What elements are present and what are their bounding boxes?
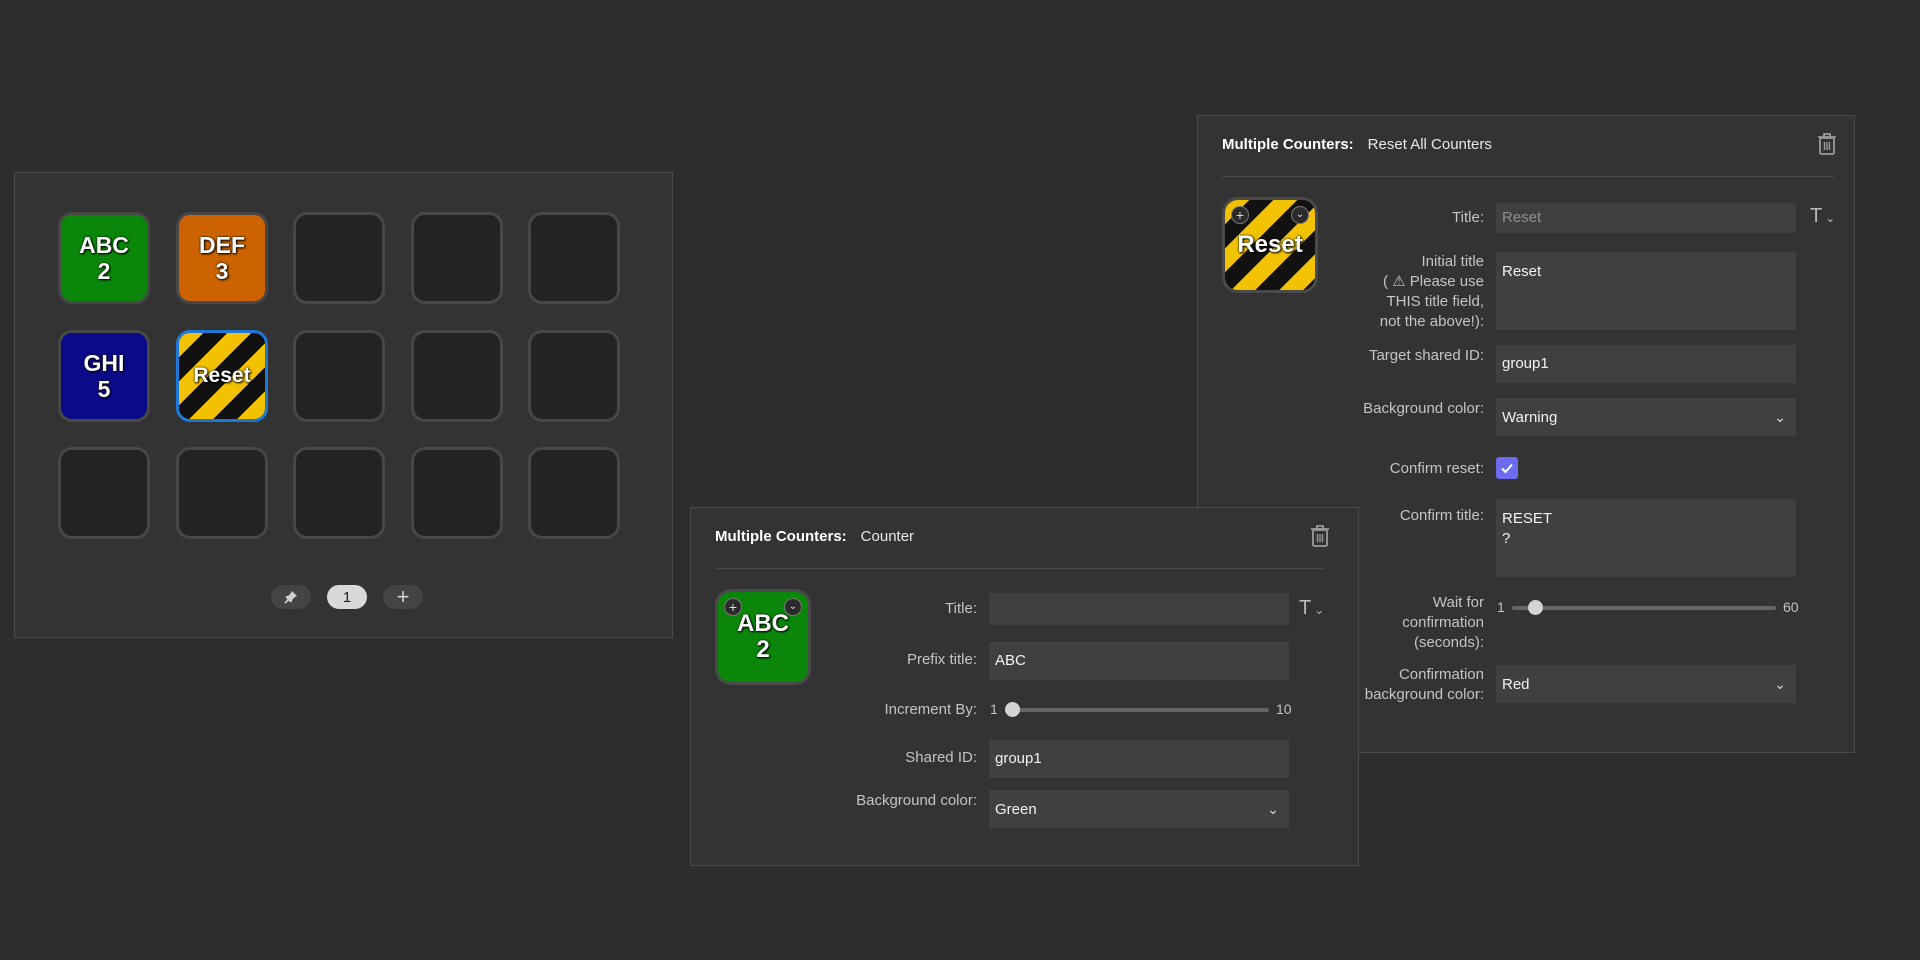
initial-title-label-line: ( ⚠ Please use: [1383, 273, 1484, 290]
wait-slider-track[interactable]: [1512, 606, 1776, 610]
add-page-button[interactable]: +: [383, 584, 423, 609]
trash-icon[interactable]: [1309, 524, 1331, 548]
page-number[interactable]: 1: [327, 585, 367, 609]
chevron-down-icon[interactable]: ⌄: [1291, 206, 1309, 224]
plus-icon: +: [396, 584, 410, 609]
text-format-icon: T: [1810, 205, 1823, 227]
increment-max: 10: [1276, 701, 1292, 717]
pin-icon: [284, 591, 297, 604]
initial-title-label-line: not the above!):: [1379, 313, 1484, 330]
checkmark-icon: [1501, 463, 1513, 474]
target-id-input[interactable]: group1: [1496, 345, 1796, 383]
chevron-down-icon[interactable]: ⌄: [784, 598, 802, 616]
confirm-bg-select[interactable]: Red ⌄: [1496, 665, 1796, 703]
key-empty[interactable]: [293, 447, 385, 539]
bg-color-label: Background color:: [1363, 400, 1484, 417]
preview-label: ABC 2: [737, 610, 789, 663]
bg-color-label: Background color:: [856, 792, 977, 809]
bg-color-value: Green: [995, 800, 1037, 818]
title-label: Title:: [945, 600, 977, 617]
key-preview: Reset + ⌄: [1222, 197, 1318, 293]
text-format-button[interactable]: T ⌄: [1299, 597, 1324, 620]
key-empty[interactable]: [58, 447, 150, 539]
title-label: Title:: [1452, 209, 1484, 226]
prefix-label: Prefix title:: [906, 651, 977, 668]
trash-icon[interactable]: [1816, 132, 1838, 156]
confirm-bg-value: Red: [1502, 675, 1530, 693]
add-icon[interactable]: +: [1231, 206, 1249, 224]
key-empty[interactable]: [411, 330, 503, 422]
wait-slider-thumb[interactable]: [1528, 600, 1543, 615]
key-empty[interactable]: [528, 212, 620, 304]
key-preview: ABC 2 + ⌄: [715, 589, 811, 685]
key-empty[interactable]: [528, 330, 620, 422]
wait-max: 60: [1783, 599, 1799, 615]
chevron-down-icon: ⌄: [1314, 603, 1325, 617]
key-ghi[interactable]: GHI 5: [58, 330, 150, 422]
increment-min: 1: [990, 701, 998, 717]
target-id-label: Target shared ID:: [1368, 347, 1484, 364]
shared-id-input[interactable]: group1: [989, 740, 1289, 778]
title-input[interactable]: [989, 593, 1289, 625]
add-icon[interactable]: +: [724, 598, 742, 616]
key-empty[interactable]: [293, 212, 385, 304]
deck-panel: ABC 2 DEF 3 GHI 5 Reset 1 +: [14, 172, 673, 638]
key-empty[interactable]: [528, 447, 620, 539]
inspector-header: Multiple Counters: Counter: [715, 528, 914, 545]
key-empty[interactable]: [411, 212, 503, 304]
chevron-down-icon: ⌄: [1267, 800, 1279, 817]
wait-label: Wait for confirmation (seconds):: [1402, 594, 1484, 651]
prefix-input[interactable]: ABC: [989, 642, 1289, 680]
plugin-name: Multiple Counters:: [1222, 136, 1354, 153]
text-format-icon: T: [1299, 597, 1312, 619]
bg-color-select[interactable]: Green ⌄: [989, 790, 1289, 828]
chevron-down-icon: ⌄: [1825, 211, 1836, 225]
text-format-button[interactable]: T ⌄: [1810, 205, 1835, 228]
key-empty[interactable]: [293, 330, 385, 422]
shared-id-label: Shared ID:: [905, 749, 977, 766]
inspector-header: Multiple Counters: Reset All Counters: [1222, 136, 1492, 153]
confirm-reset-checkbox[interactable]: [1496, 457, 1518, 479]
action-name: Counter: [860, 528, 915, 545]
increment-slider-thumb[interactable]: [1005, 702, 1020, 717]
key-abc[interactable]: ABC 2: [58, 212, 150, 304]
initial-title-textarea[interactable]: Reset: [1496, 252, 1796, 330]
divider: [1222, 176, 1834, 177]
key-def[interactable]: DEF 3: [176, 212, 268, 304]
chevron-down-icon: ⌄: [1774, 408, 1786, 425]
key-label: ABC 2: [79, 232, 129, 284]
counter-inspector-panel: Multiple Counters: Counter ABC 2 + ⌄ Titl…: [690, 507, 1359, 866]
bg-color-select[interactable]: Warning ⌄: [1496, 398, 1796, 436]
confirm-reset-label: Confirm reset:: [1389, 460, 1484, 477]
bg-color-value: Warning: [1502, 408, 1558, 426]
key-empty[interactable]: [176, 447, 268, 539]
initial-title-label-line: THIS title field,: [1386, 293, 1484, 310]
chevron-down-icon: ⌄: [1774, 675, 1786, 692]
key-label: DEF 3: [199, 232, 245, 284]
pin-button[interactable]: [271, 585, 311, 609]
initial-title-label-line: Initial title: [1421, 253, 1484, 270]
increment-slider-track[interactable]: [1005, 708, 1269, 712]
plugin-name: Multiple Counters:: [715, 528, 847, 545]
wait-min: 1: [1497, 599, 1505, 615]
key-empty[interactable]: [411, 447, 503, 539]
key-label: Reset: [193, 364, 251, 387]
key-label: GHI 5: [83, 350, 125, 402]
action-name: Reset All Counters: [1367, 136, 1492, 153]
key-reset[interactable]: Reset: [176, 330, 268, 422]
confirm-bg-label: Confirmation background color:: [1364, 666, 1484, 703]
divider: [715, 568, 1323, 569]
increment-label: Increment By:: [884, 701, 977, 718]
preview-label: Reset: [1237, 231, 1303, 258]
confirm-title-textarea[interactable]: RESET ?: [1496, 499, 1796, 577]
title-input[interactable]: Reset: [1496, 203, 1796, 233]
initial-title-label: Initial title ( ⚠ Please use THIS title …: [1318, 252, 1484, 332]
